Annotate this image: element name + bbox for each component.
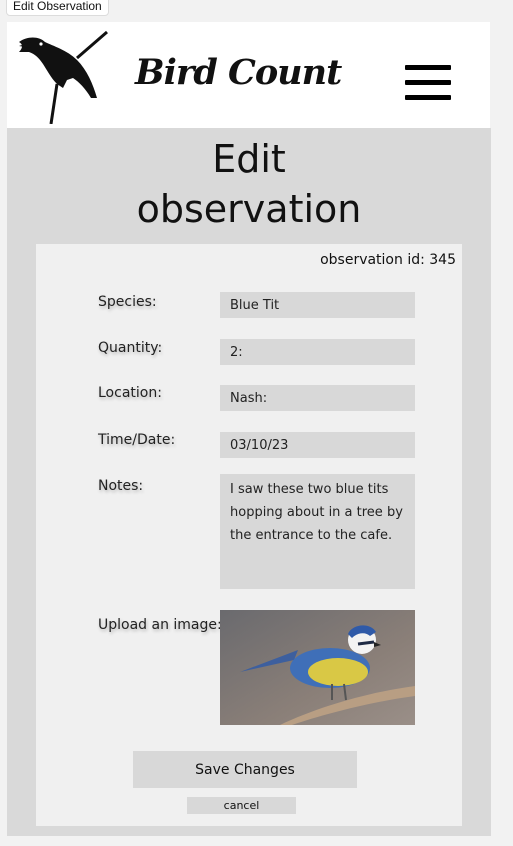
brand-title[interactable]: Bird Count [135,52,342,93]
window-tab-title: Edit Observation [6,0,109,16]
datetime-input[interactable] [220,432,415,458]
quantity-input[interactable] [220,339,415,365]
notes-label: Notes: [98,478,144,494]
main-panel: Edit observation observation id: 345 Spe… [7,128,491,836]
site-header: Bird Count [7,22,490,128]
cancel-button[interactable]: cancel [187,797,296,814]
upload-image-label: Upload an image: [98,617,222,633]
quantity-label: Quantity: [98,340,163,356]
bird-silhouette-icon[interactable] [17,28,109,125]
page-title-line1: Edit [212,137,286,181]
datetime-label: Time/Date: [98,432,176,448]
save-changes-button[interactable]: Save Changes [133,751,357,788]
observation-id: observation id: 345 [320,252,456,268]
species-input[interactable] [220,292,415,318]
notes-textarea[interactable]: I saw these two blue tits hopping about … [220,474,415,589]
uploaded-bird-image[interactable] [220,610,415,725]
location-input[interactable] [220,385,415,411]
hamburger-menu-icon[interactable] [405,62,451,102]
edit-observation-form: observation id: 345 Species: Quantity: L… [36,244,462,826]
page-title-line2: observation [136,187,362,231]
location-label: Location: [98,385,162,401]
species-label: Species: [98,294,157,310]
page-title: Edit observation [7,134,491,234]
